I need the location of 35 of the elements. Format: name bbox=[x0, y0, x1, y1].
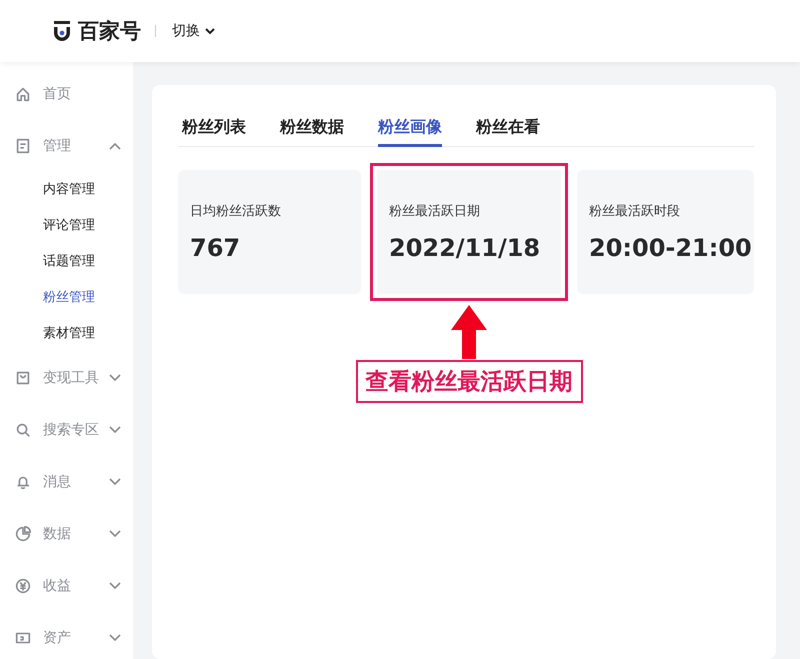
nav-item[interactable]: 收益 bbox=[0, 560, 133, 612]
annotation-label: 查看粉丝最活跃日期 bbox=[356, 360, 582, 403]
nav-item[interactable]: 搜索专区 bbox=[0, 404, 133, 456]
brand-name: 百家号 bbox=[78, 18, 141, 45]
nav-item[interactable]: 变现工具 bbox=[0, 352, 133, 404]
logo-icon bbox=[52, 20, 72, 42]
nav-subitem[interactable]: 粉丝管理 bbox=[0, 280, 133, 316]
nav-subitem[interactable]: 评论管理 bbox=[0, 208, 133, 244]
nav-subitem[interactable]: 话题管理 bbox=[0, 244, 133, 280]
nav-item[interactable]: 资产 bbox=[0, 612, 133, 659]
nav-icon bbox=[14, 577, 32, 595]
nav-icon bbox=[14, 525, 32, 543]
nav-item[interactable]: 消息 bbox=[0, 456, 133, 508]
nav-subitem[interactable]: 内容管理 bbox=[0, 172, 133, 208]
nav-item[interactable]: 首页 bbox=[0, 68, 133, 120]
tab[interactable]: 粉丝数据 bbox=[280, 113, 344, 147]
switch-dropdown[interactable]: 切换 bbox=[172, 22, 215, 40]
stat-label: 日均粉丝活跃数 bbox=[190, 203, 282, 220]
stat-label: 粉丝最活跃日期 bbox=[389, 203, 481, 220]
tab[interactable]: 粉丝在看 bbox=[476, 113, 540, 147]
stat-value: 2022/11/18 bbox=[389, 234, 542, 262]
stat-value: 767 bbox=[190, 234, 242, 262]
up-arrow-icon bbox=[449, 304, 489, 360]
nav-icon bbox=[14, 421, 32, 439]
nav-item[interactable]: 数据 bbox=[0, 508, 133, 560]
stat-label: 粉丝最活跃时段 bbox=[589, 203, 681, 220]
nav-icon bbox=[14, 137, 32, 155]
nav-subitem[interactable]: 素材管理 bbox=[0, 316, 133, 352]
nav-icon bbox=[14, 369, 32, 387]
nav-icon bbox=[14, 85, 32, 103]
nav-item[interactable]: 管理 bbox=[0, 120, 133, 172]
chevron-down-icon bbox=[205, 27, 215, 35]
tab[interactable]: 粉丝列表 bbox=[182, 113, 246, 147]
stat-value: 20:00-21:00 bbox=[589, 234, 753, 262]
tab[interactable]: 粉丝画像 bbox=[378, 113, 442, 147]
